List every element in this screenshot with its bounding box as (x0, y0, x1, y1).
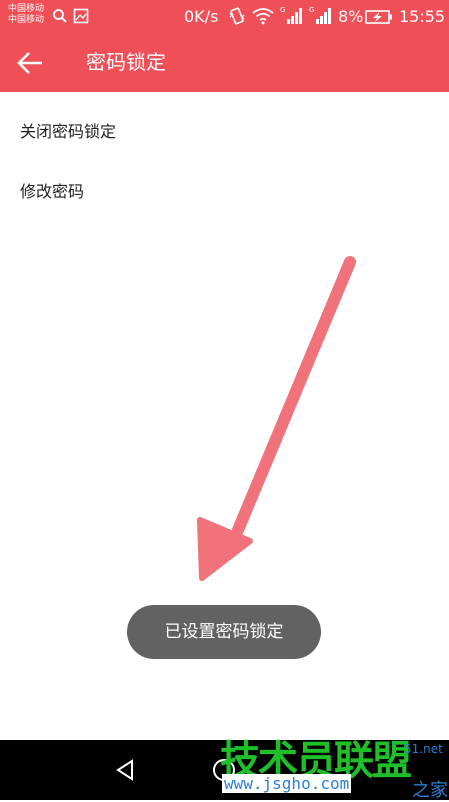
toast-message: 已设置密码锁定 (127, 605, 321, 659)
back-icon[interactable] (110, 754, 142, 786)
watermark-suffix: 51.net (404, 742, 443, 756)
watermark: 技术员联盟 www.jsgho.com 51.net 之家 (214, 728, 449, 801)
watermark-home: 之家 (412, 780, 448, 801)
watermark-url: www.jsgho.com (222, 774, 352, 793)
